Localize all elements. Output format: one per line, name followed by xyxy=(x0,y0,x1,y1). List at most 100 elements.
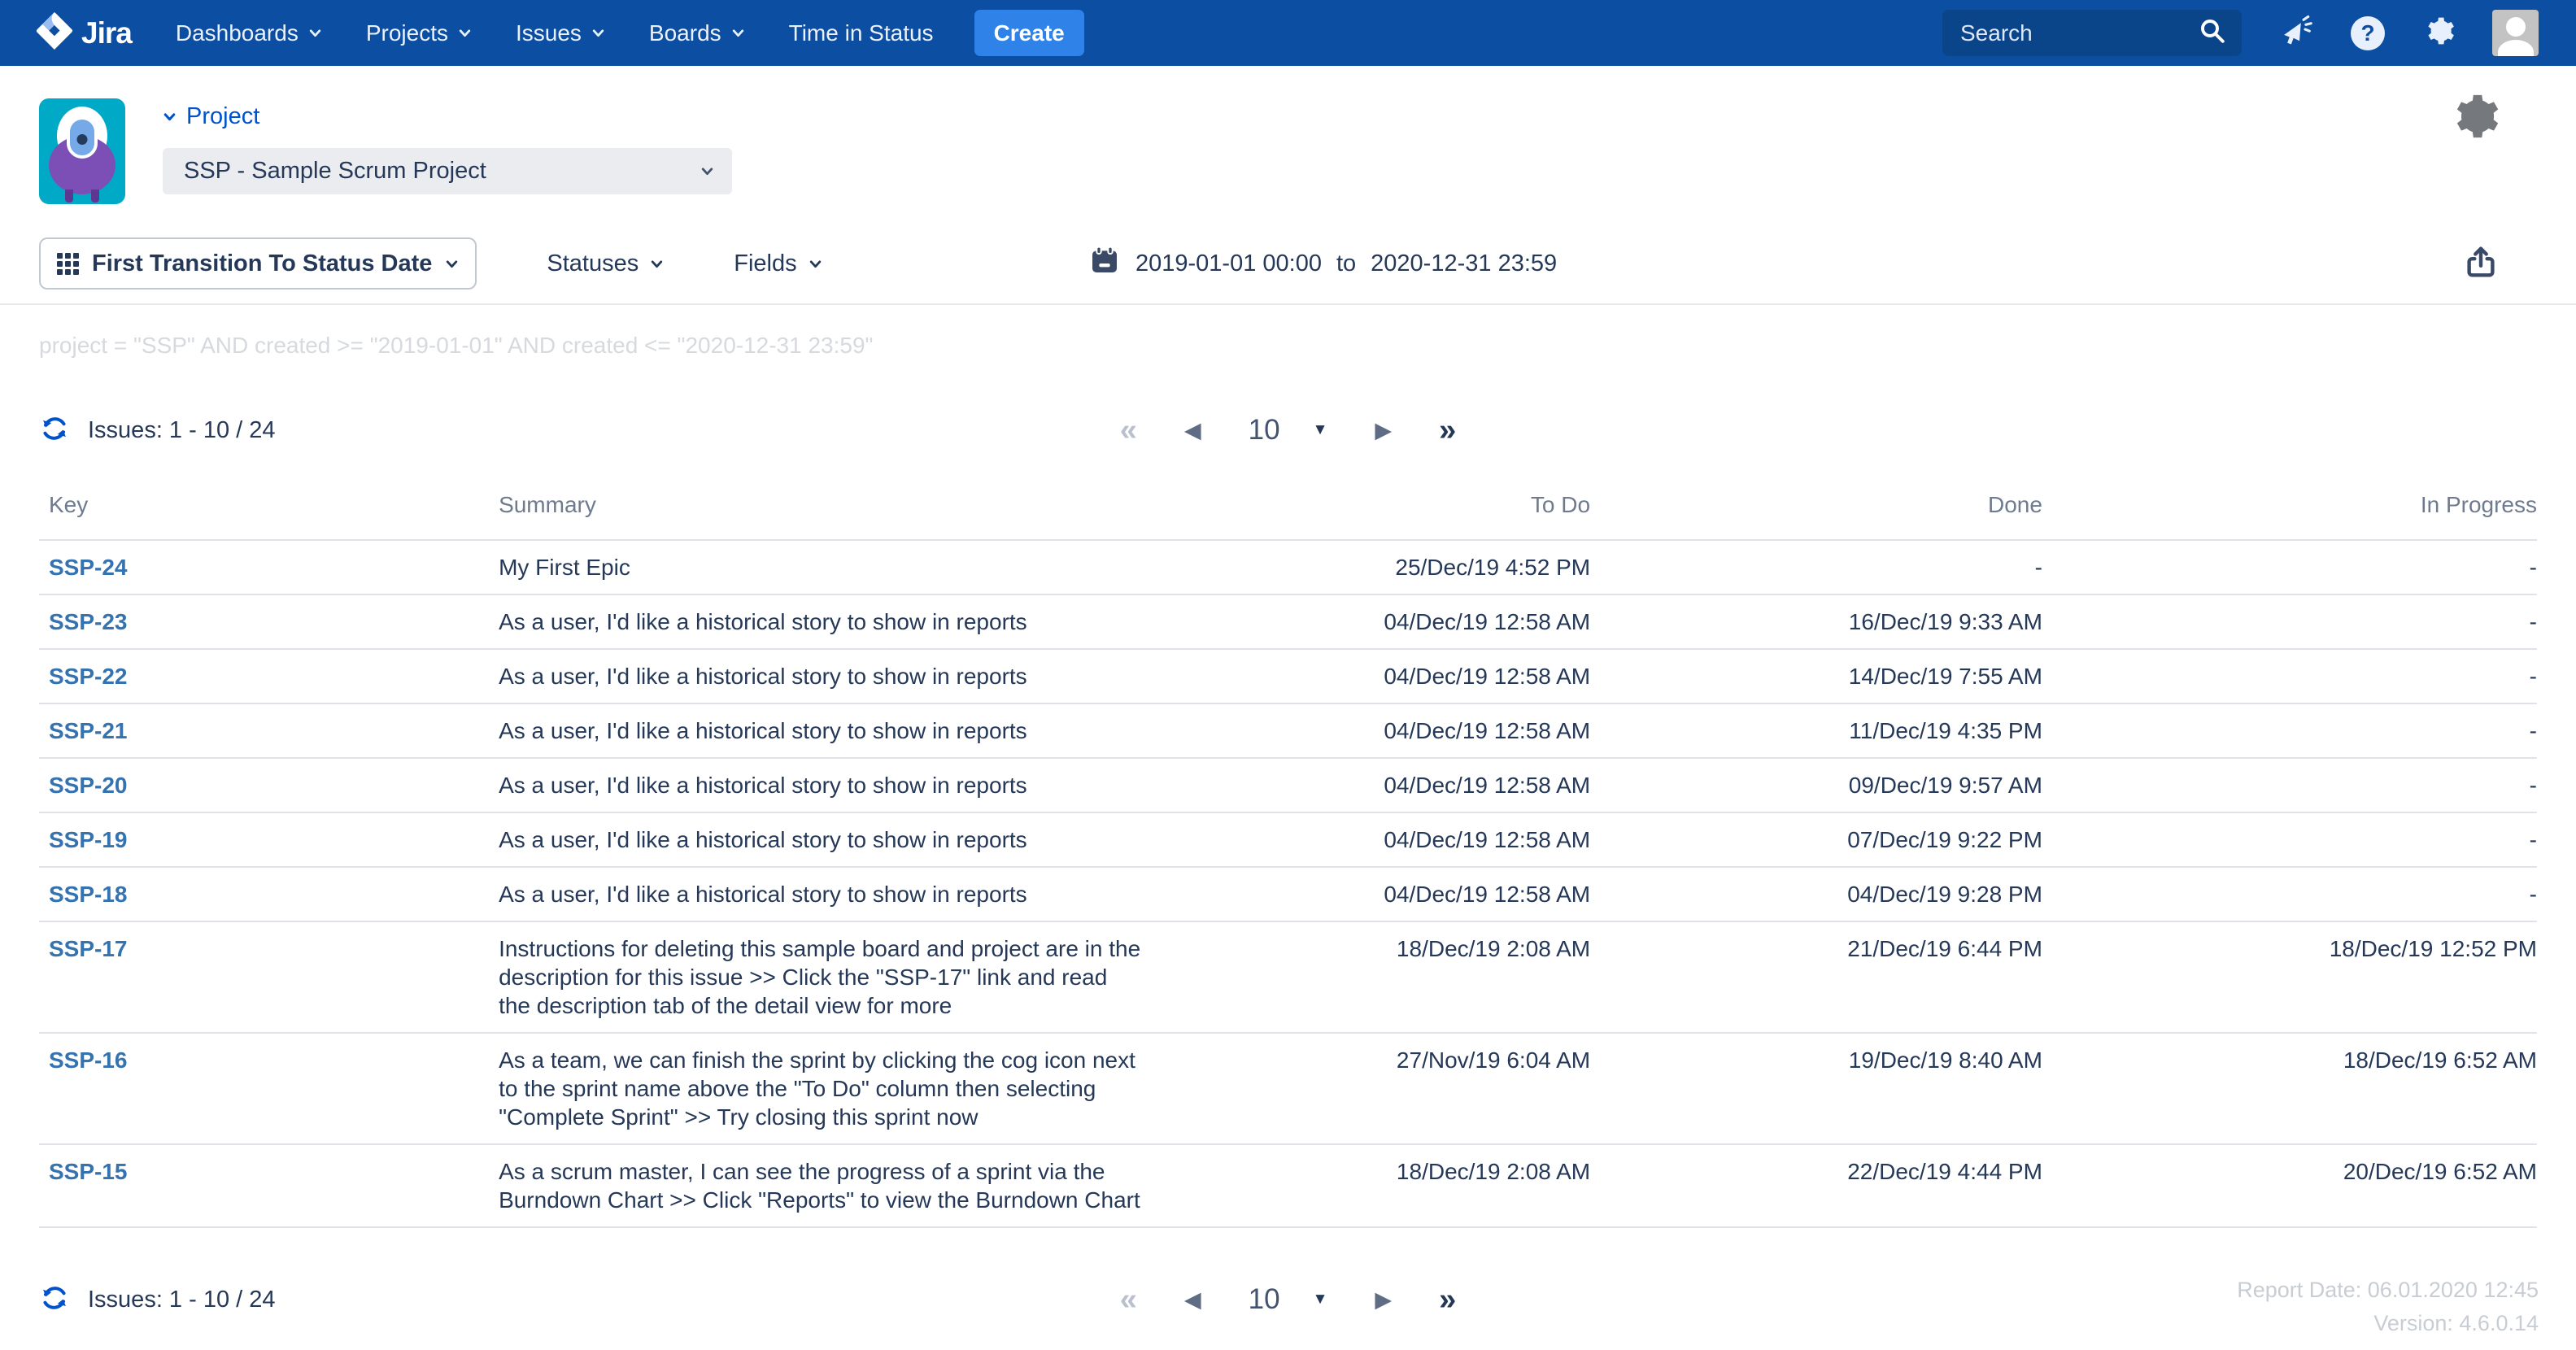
prev-page-button[interactable]: ◀ xyxy=(1184,1288,1201,1311)
nav-item-issues[interactable]: Issues xyxy=(516,20,605,46)
nav-menu: Dashboards Projects Issues Boards Time i… xyxy=(176,20,934,46)
help-icon[interactable]: ? xyxy=(2351,15,2385,50)
issue-key-link[interactable]: SSP-21 xyxy=(49,718,128,743)
done-date: 14/Dec/19 7:55 AM xyxy=(1590,648,2042,703)
done-date: 04/Dec/19 9:28 PM xyxy=(1590,866,2042,921)
issues-table-body: SSP-24 My First Epic 25/Dec/19 4:52 PM -… xyxy=(39,539,2537,1228)
chevron-down-icon xyxy=(809,259,821,268)
project-select[interactable]: SSP - Sample Scrum Project xyxy=(163,148,732,194)
issue-summary: As a user, I'd like a historical story t… xyxy=(499,718,1027,743)
issue-summary: As a scrum master, I can see the progres… xyxy=(499,1159,1140,1213)
issue-summary: As a user, I'd like a historical story t… xyxy=(499,882,1027,907)
nav-item-projects[interactable]: Projects xyxy=(366,20,472,46)
avatar-torso xyxy=(2497,40,2534,56)
project-select-value: SSP - Sample Scrum Project xyxy=(184,158,486,184)
next-page-button[interactable]: ▶ xyxy=(1375,419,1392,442)
inprogress-date: - xyxy=(2042,812,2537,867)
issue-summary: As a user, I'd like a historical story t… xyxy=(499,609,1027,634)
fields-dropdown[interactable]: Fields xyxy=(734,250,822,277)
done-date: 09/Dec/19 9:57 AM xyxy=(1590,757,2042,812)
prev-page-button[interactable]: ◀ xyxy=(1184,419,1201,442)
jira-brand[interactable]: Jira xyxy=(36,12,133,54)
date-to[interactable]: 2020-12-31 23:59 xyxy=(1371,250,1557,277)
inprogress-date: - xyxy=(2042,866,2537,921)
table-row: SSP-18 As a user, I'd like a historical … xyxy=(39,866,2537,921)
table-row: SSP-17 Instructions for deleting this sa… xyxy=(39,921,2537,1033)
next-page-button[interactable]: ▶ xyxy=(1375,1288,1392,1311)
calendar-icon[interactable] xyxy=(1088,244,1121,283)
issues-table: Key Summary To Do Done In Progress SSP-2… xyxy=(39,481,2537,1228)
issue-key-link[interactable]: SSP-23 xyxy=(49,609,128,634)
refresh-icon[interactable] xyxy=(39,413,70,448)
page-size-select[interactable]: 10 ▼ xyxy=(1249,1283,1328,1316)
column-header-summary: Summary xyxy=(499,492,596,517)
project-info: Project SSP - Sample Scrum Project xyxy=(163,98,732,204)
search-input[interactable] xyxy=(1960,20,2198,46)
create-button[interactable]: Create xyxy=(974,10,1084,56)
first-page-button[interactable]: « xyxy=(1120,1284,1137,1315)
issue-key-link[interactable]: SSP-24 xyxy=(49,555,128,580)
todo-date: 04/Dec/19 12:58 AM xyxy=(1143,648,1591,703)
issue-key-link[interactable]: SSP-22 xyxy=(49,664,128,689)
table-row: SSP-20 As a user, I'd like a historical … xyxy=(39,757,2537,812)
nav-item-boards[interactable]: Boards xyxy=(649,20,745,46)
chevron-down-icon xyxy=(459,29,471,37)
monster-leg xyxy=(65,189,73,202)
table-row: SSP-19 As a user, I'd like a historical … xyxy=(39,812,2537,867)
gear-icon[interactable] xyxy=(2422,15,2455,51)
date-from[interactable]: 2019-01-01 00:00 xyxy=(1135,250,1322,277)
issue-key-link[interactable]: SSP-15 xyxy=(49,1159,128,1184)
issues-count: Issues: 1 - 10 / 24 xyxy=(88,1286,276,1313)
refresh-icon[interactable] xyxy=(39,1282,70,1317)
statuses-dropdown[interactable]: Statuses xyxy=(547,250,664,277)
chevron-down-icon xyxy=(732,29,743,37)
todo-date: 18/Dec/19 2:08 AM xyxy=(1143,1143,1591,1228)
todo-date: 04/Dec/19 12:58 AM xyxy=(1143,866,1591,921)
report-settings-gear-icon[interactable] xyxy=(2447,90,2500,146)
issue-key-link[interactable]: SSP-17 xyxy=(49,936,128,961)
chevron-down-icon xyxy=(652,259,663,268)
user-avatar[interactable] xyxy=(2492,10,2539,56)
project-avatar xyxy=(39,98,125,204)
issue-key-link[interactable]: SSP-20 xyxy=(49,773,128,798)
inprogress-date: - xyxy=(2042,757,2537,812)
search-box xyxy=(1942,10,2242,56)
issue-summary: Instructions for deleting this sample bo… xyxy=(499,936,1141,1018)
project-section-toggle[interactable]: Project xyxy=(163,103,732,130)
nav-item-time-in-status[interactable]: Time in Status xyxy=(789,20,934,46)
report-meta: Report Date: 06.01.2020 12:45 Version: 4… xyxy=(2237,1274,2539,1340)
announcement-icon[interactable] xyxy=(2279,14,2313,52)
issues-count: Issues: 1 - 10 / 24 xyxy=(88,416,276,443)
column-header-done: Done xyxy=(1987,492,2042,517)
todo-date: 18/Dec/19 2:08 AM xyxy=(1143,921,1591,1033)
issue-key-link[interactable]: SSP-19 xyxy=(49,827,128,852)
column-header-todo: To Do xyxy=(1530,492,1591,517)
page-size-select[interactable]: 10 ▼ xyxy=(1249,414,1328,446)
table-row: SSP-24 My First Epic 25/Dec/19 4:52 PM -… xyxy=(39,539,2537,594)
caret-down-icon: ▼ xyxy=(1312,1291,1328,1308)
issue-key-link[interactable]: SSP-18 xyxy=(49,882,128,907)
export-icon[interactable] xyxy=(2462,243,2500,285)
inprogress-date: 20/Dec/19 6:52 AM xyxy=(2042,1143,2537,1228)
done-date: 21/Dec/19 6:44 PM xyxy=(1590,921,2042,1033)
date-to-word: to xyxy=(1336,250,1357,277)
first-page-button[interactable]: « xyxy=(1120,415,1137,446)
report-type-dropdown[interactable]: First Transition To Status Date xyxy=(39,237,477,290)
chevron-down-icon xyxy=(309,29,321,37)
last-page-button[interactable]: » xyxy=(1439,415,1456,446)
project-header: Project SSP - Sample Scrum Project xyxy=(0,66,2576,204)
nav-item-dashboards[interactable]: Dashboards xyxy=(176,20,322,46)
inprogress-date: - xyxy=(2042,539,2537,594)
inprogress-date: 18/Dec/19 12:52 PM xyxy=(2042,921,2537,1033)
brand-name: Jira xyxy=(81,15,133,50)
last-page-button[interactable]: » xyxy=(1439,1284,1456,1315)
table-row: SSP-22 As a user, I'd like a historical … xyxy=(39,648,2537,703)
search-icon[interactable] xyxy=(2198,16,2227,50)
table-header-row: Key Summary To Do Done In Progress xyxy=(39,481,2537,540)
table-row: SSP-21 As a user, I'd like a historical … xyxy=(39,703,2537,758)
todo-date: 25/Dec/19 4:52 PM xyxy=(1143,539,1591,594)
page-size-value: 10 xyxy=(1248,414,1280,446)
issue-key-link[interactable]: SSP-16 xyxy=(49,1047,128,1073)
table-row: SSP-15 As a scrum master, I can see the … xyxy=(39,1143,2537,1228)
column-header-key: Key xyxy=(49,492,89,517)
